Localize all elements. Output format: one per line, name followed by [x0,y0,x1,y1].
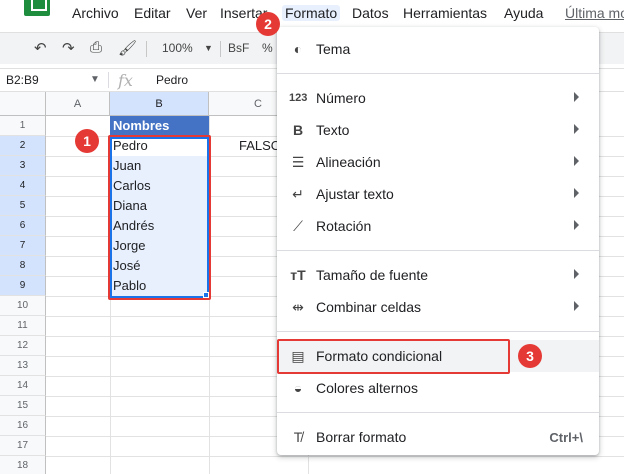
submenu-arrow-icon [574,269,579,279]
name-box-chevron-down-icon[interactable]: ▼ [90,74,100,85]
zoom-chevron-down-icon[interactable]: ▼ [204,43,213,53]
menu-item-texto[interactable]: B Texto [277,114,599,146]
row-header-3[interactable]: 3 [0,156,46,176]
menu-item-colores-alternos[interactable]: ◒ Colores alternos [277,372,599,404]
menu-divider [277,331,599,332]
menu-item-ajustar-texto[interactable]: ↵ Ajustar texto [277,178,599,210]
menu-item-label: Tema [316,41,351,57]
undo-icon[interactable]: ↶ [34,39,47,57]
menu-archivo[interactable]: Archivo [72,5,119,21]
row-header-16[interactable]: 16 [0,416,46,436]
annotation-badge-3: 3 [518,344,542,368]
row-header-13[interactable]: 13 [0,356,46,376]
row-header-1[interactable]: 1 [0,116,46,136]
menu-item-label: Borrar formato [316,429,407,445]
column-header-b[interactable]: B [110,92,209,116]
align-left-icon: ☰ [291,154,305,170]
bold-icon: B [292,122,304,138]
toolbar-divider [220,41,221,57]
row-header-11[interactable]: 11 [0,316,46,336]
menu-divider [277,250,599,251]
row-header-12[interactable]: 12 [0,336,46,356]
menu-item-label: Combinar celdas [316,299,422,315]
row-header-9[interactable]: 9 [0,276,46,296]
menu-item-tema[interactable]: ◐ Tema [277,33,599,65]
menu-bar: Archivo Editar Ver Insertar Formato Dato… [0,0,624,28]
column-header-a[interactable]: A [46,92,110,116]
submenu-arrow-icon [574,124,579,134]
number-format-icon: 123 [289,92,308,104]
toolbar-divider [146,41,147,57]
annotation-box-formato-condicional [277,339,510,374]
menu-item-label: Ajustar texto [316,186,394,202]
menu-item-label: Rotación [316,218,372,234]
palette-icon: ◐ [293,41,303,57]
menu-item-label: Tamaño de fuente [316,267,429,283]
clear-format-icon: T̸ [293,429,303,445]
row-header-8[interactable]: 8 [0,256,46,276]
menu-ver[interactable]: Ver [186,5,207,21]
format-menu: ◐ Tema 123 Número B Texto ☰ Alineación ↵… [277,27,599,455]
menu-item-alineacion[interactable]: ☰ Alineación [277,146,599,178]
menu-editar[interactable]: Editar [134,5,171,21]
menu-herramientas[interactable]: Herramientas [403,5,487,21]
menu-datos[interactable]: Datos [352,5,389,21]
currency-format-button[interactable]: BsF [228,41,249,55]
color-fill-icon: ◒ [293,380,303,396]
print-icon[interactable]: ⎙ [90,39,102,56]
sheets-logo-icon[interactable] [24,0,50,16]
merge-cells-icon: ⇹ [292,299,304,315]
cell-b1-header[interactable]: Nombres [110,116,209,136]
name-box[interactable]: B2:B9 [6,73,39,87]
menu-item-numero[interactable]: 123 Número [277,82,599,114]
annotation-box-range [108,135,211,300]
font-size-icon: ᴛT [290,267,306,283]
percent-format-button[interactable]: % [262,41,273,55]
submenu-arrow-icon [574,220,579,230]
redo-icon[interactable]: ↷ [62,39,75,57]
submenu-arrow-icon [574,156,579,166]
zoom-select[interactable]: 100% [162,41,193,55]
row-header-6[interactable]: 6 [0,216,46,236]
row-header-4[interactable]: 4 [0,176,46,196]
select-all-corner[interactable] [0,92,46,116]
menu-item-rotacion[interactable]: ⟋ Rotación [277,210,599,242]
annotation-badge-2: 2 [256,12,280,36]
menu-ayuda[interactable]: Ayuda [504,5,543,21]
grid-line [46,456,624,457]
submenu-arrow-icon [574,188,579,198]
last-edit-link[interactable]: Última mo [565,5,624,21]
row-header-2[interactable]: 2 [0,136,46,156]
menu-item-tamano-fuente[interactable]: ᴛT Tamaño de fuente [277,259,599,291]
row-header-18[interactable]: 18 [0,456,46,474]
wrap-text-icon: ↵ [292,186,304,202]
menu-divider [277,73,599,74]
formula-divider [108,72,109,88]
menu-item-label: Texto [316,122,350,138]
row-header-17[interactable]: 17 [0,436,46,456]
menu-item-label: Colores alternos [316,380,418,396]
text-rotation-icon: ⟋ [293,218,303,234]
row-header-10[interactable]: 10 [0,296,46,316]
submenu-arrow-icon [574,92,579,102]
formula-input[interactable]: Pedro [156,73,188,87]
annotation-badge-1: 1 [75,129,99,153]
menu-item-label: Alineación [316,154,381,170]
row-header-7[interactable]: 7 [0,236,46,256]
submenu-arrow-icon [574,301,579,311]
row-header-15[interactable]: 15 [0,396,46,416]
paint-format-icon[interactable]: 🖌 [118,39,137,57]
row-header-14[interactable]: 14 [0,376,46,396]
menu-formato[interactable]: Formato [282,5,341,21]
menu-item-borrar-formato[interactable]: T̸ Borrar formato Ctrl+\ [277,421,599,453]
menu-item-combinar-celdas[interactable]: ⇹ Combinar celdas [277,291,599,323]
row-header-5[interactable]: 5 [0,196,46,216]
fx-icon: fx [118,71,133,90]
shortcut-label: Ctrl+\ [549,430,583,445]
menu-divider [277,412,599,413]
menu-item-label: Número [316,90,366,106]
